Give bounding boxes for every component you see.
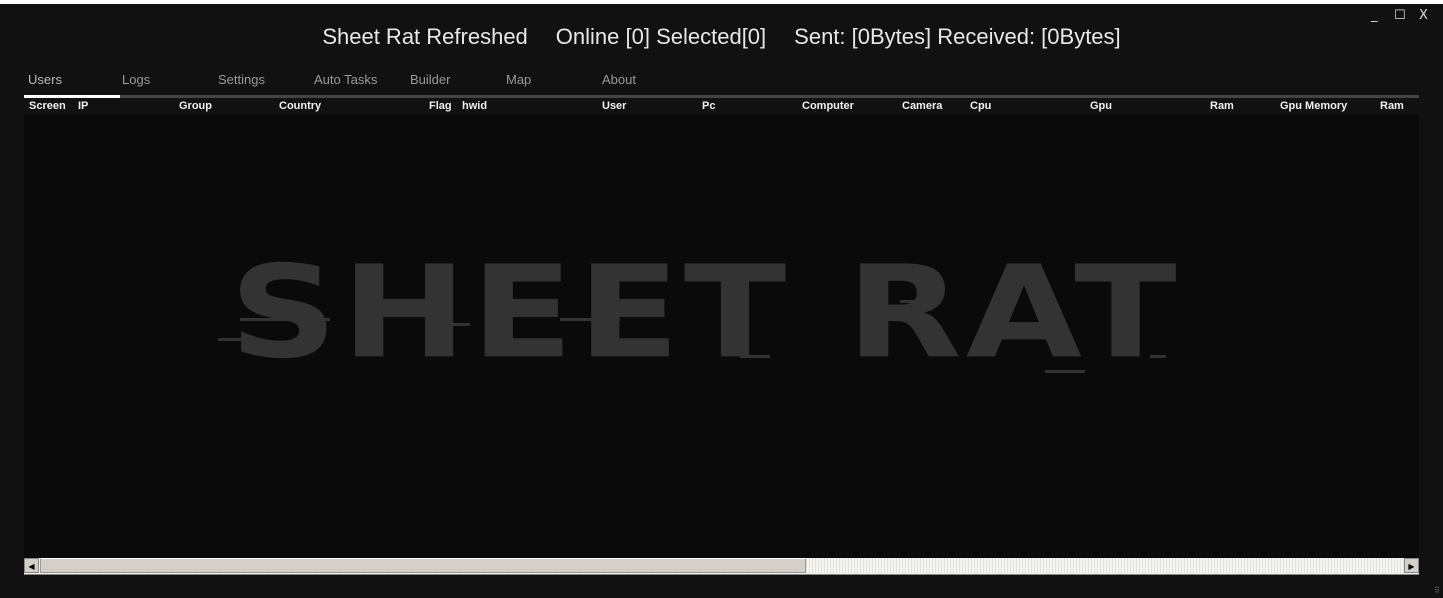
col-ip[interactable]: IP — [78, 100, 88, 112]
scroll-right-arrow-icon[interactable]: ▶ — [1404, 558, 1419, 573]
top-strip — [0, 0, 1443, 4]
tab-settings[interactable]: Settings — [218, 72, 265, 87]
col-group[interactable]: Group — [179, 100, 212, 112]
tab-about[interactable]: About — [602, 72, 636, 87]
tab-logs[interactable]: Logs — [122, 72, 150, 87]
glitch-bar — [1045, 370, 1085, 373]
glitch-bar — [740, 355, 770, 358]
app-title: Sheet Rat Refreshed — [322, 24, 528, 49]
glitch-bar — [900, 300, 935, 303]
col-gpu[interactable]: Gpu — [1090, 100, 1112, 112]
traffic-status: Sent: [0Bytes] Received: [0Bytes] — [794, 24, 1121, 49]
maximize-button[interactable]: ☐ — [1394, 8, 1406, 23]
glitch-bar — [218, 338, 258, 341]
col-country[interactable]: Country — [279, 100, 321, 112]
col-camera[interactable]: Camera — [902, 100, 942, 112]
tab-auto-tasks[interactable]: Auto Tasks — [314, 72, 377, 87]
resize-grip-icon[interactable]: ⠿ — [1434, 586, 1440, 595]
column-header-row: Screen IP Group Country Flag hwid User P… — [24, 98, 1419, 114]
glitch-bar — [240, 318, 330, 321]
glitch-bar — [440, 323, 470, 326]
col-screen[interactable]: Screen — [29, 100, 66, 112]
col-computer[interactable]: Computer — [802, 100, 854, 112]
minimize-button[interactable]: _ — [1371, 8, 1378, 23]
col-pc[interactable]: Pc — [702, 100, 715, 112]
horizontal-scrollbar[interactable]: ◀ ▶ — [24, 558, 1419, 575]
close-button[interactable]: X — [1419, 8, 1428, 23]
sheet-rat-watermark-logo: SHEET RAT — [229, 239, 1181, 387]
glitch-bar — [1150, 355, 1166, 358]
col-ram[interactable]: Ram — [1210, 100, 1234, 112]
scrollbar-thumb[interactable] — [40, 558, 806, 573]
col-hwid[interactable]: hwid — [462, 100, 487, 112]
col-cpu[interactable]: Cpu — [970, 100, 991, 112]
glitch-bar — [560, 318, 620, 321]
tab-users[interactable]: Users — [28, 72, 62, 87]
col-ram-2[interactable]: Ram — [1380, 100, 1404, 112]
tab-builder[interactable]: Builder — [410, 72, 450, 87]
col-gpu-memory[interactable]: Gpu Memory — [1280, 100, 1347, 112]
col-flag[interactable]: Flag — [429, 100, 452, 112]
title-bar: Sheet Rat Refreshed Online [0] Selected[0… — [0, 24, 1443, 50]
scroll-left-arrow-icon[interactable]: ◀ — [24, 558, 39, 573]
tab-map[interactable]: Map — [506, 72, 531, 87]
online-status: Online [0] Selected[0] — [555, 24, 767, 49]
col-user[interactable]: User — [602, 100, 626, 112]
